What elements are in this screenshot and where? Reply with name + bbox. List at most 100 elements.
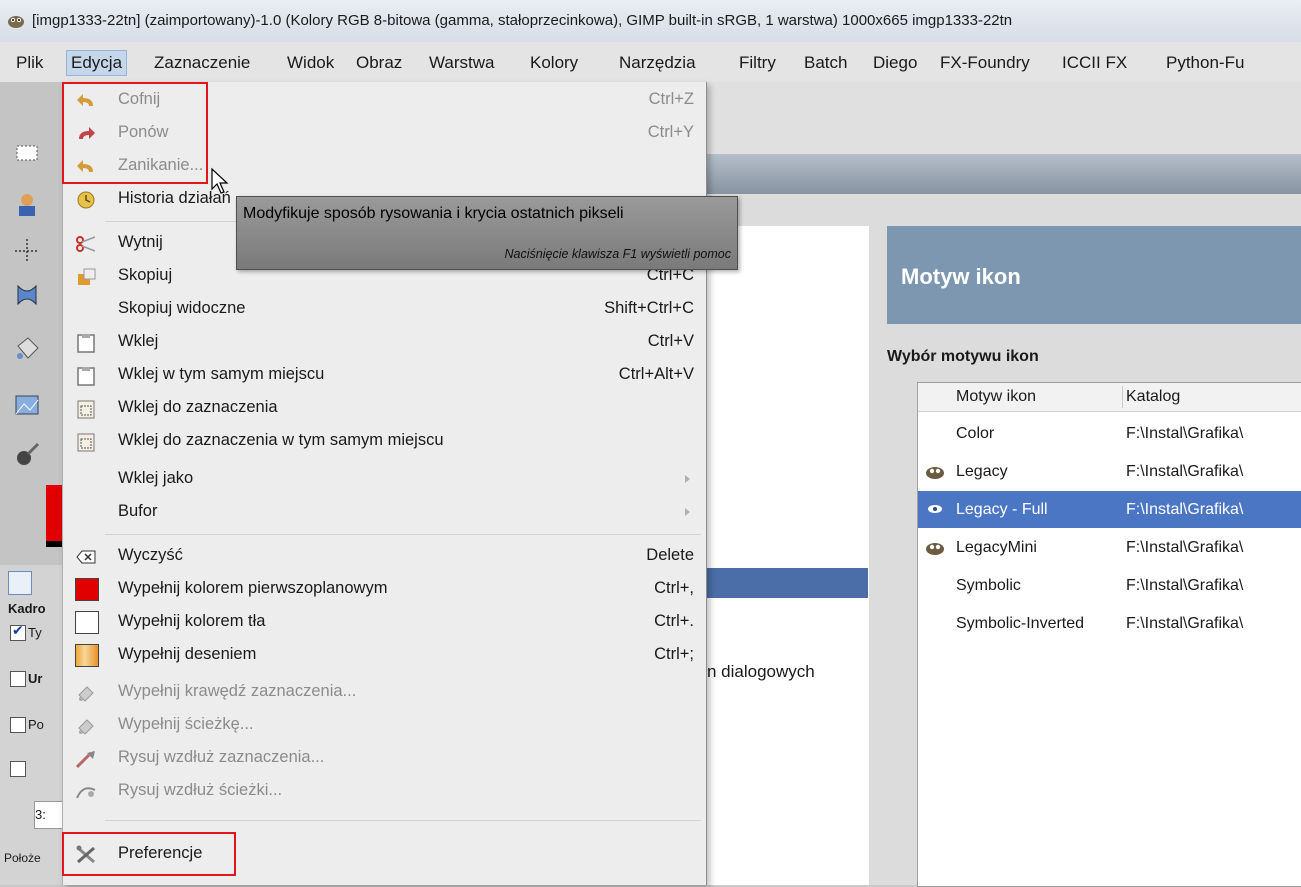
theme-name: Legacy: [956, 463, 1008, 480]
table-row[interactable]: Legacy F:\Instal\Grafika\: [918, 453, 1301, 490]
tool-options-panel: Kadro ✔ Ty Ur Po 3: Położe: [0, 565, 64, 885]
menu-kolory[interactable]: Kolory: [526, 51, 582, 75]
theme-path: F:\Instal\Grafika\: [1126, 615, 1244, 632]
clear-icon: [76, 550, 96, 564]
menu-obraz[interactable]: Obraz: [352, 51, 406, 75]
menu-item-paste-in-place[interactable]: Wklej w tym samym miejscu Ctrl+Alt+V: [63, 359, 706, 392]
rect-select-tool-icon[interactable]: [10, 136, 44, 170]
menu-edycja[interactable]: Edycja: [66, 50, 128, 76]
tooltip: Modyfikuje sposób rysowania i krycia ost…: [236, 196, 738, 270]
brush-tool-icon[interactable]: [10, 438, 44, 472]
gradient-tool-icon[interactable]: [10, 388, 44, 422]
menu-warstwa[interactable]: Warstwa: [425, 51, 499, 75]
table-header: Motyw ikon Katalog: [918, 383, 1301, 412]
menu-python-fu[interactable]: Python-Fu: [1162, 51, 1248, 75]
column-divider: [1122, 386, 1123, 408]
menu-item-stroke-selection[interactable]: Rysuj wzdłuż zaznaczenia...: [63, 742, 706, 775]
menu-item-label: Bufor: [118, 502, 158, 520]
menu-fx-foundry[interactable]: FX-Foundry: [936, 51, 1034, 75]
foreground-color-swatch[interactable]: [46, 485, 62, 541]
warp-tool-icon[interactable]: [10, 278, 44, 312]
pattern-swatch: [75, 644, 99, 667]
bucket-fill-tool-icon[interactable]: [10, 332, 44, 366]
theme-path: F:\Instal\Grafika\: [1126, 425, 1244, 442]
menu-filtry[interactable]: Filtry: [735, 51, 780, 75]
stroke-path-icon: [76, 787, 96, 799]
preferences-category-selected[interactable]: [705, 568, 868, 598]
menu-batch[interactable]: Batch: [800, 51, 851, 75]
fg-color-swatch: [75, 578, 99, 601]
menu-item-fill-selection-outline[interactable]: Wypełnij krawędź zaznaczenia...: [63, 676, 706, 709]
menu-item-fill-path[interactable]: Wypełnij ścieżkę...: [63, 709, 706, 742]
menu-item-copy-visible[interactable]: Skopiuj widoczne Shift+Ctrl+C: [63, 293, 706, 326]
menu-item-fill-fg[interactable]: Wypełnij kolorem pierwszoplanowym Ctrl+,: [63, 573, 706, 606]
checkbox-checked[interactable]: ✔: [10, 622, 26, 641]
preferences-category-fragment: n dialogowych: [707, 662, 815, 681]
menu-item-label: Skopiuj widoczne: [118, 299, 246, 317]
table-row[interactable]: Color F:\Instal\Grafika\: [918, 415, 1301, 452]
menu-item-fill-pattern[interactable]: Wypełnij deseniem Ctrl+;: [63, 639, 706, 672]
column-header-folder[interactable]: Katalog: [1126, 383, 1180, 411]
eye-icon: [928, 505, 942, 513]
menu-item-paste-as[interactable]: Wklej jako: [63, 463, 706, 496]
shortcut-label: Ctrl+Alt+V: [618, 365, 694, 383]
menu-bar: Plik Edycja Zaznaczenie Widok Obraz Wars…: [0, 42, 1301, 82]
theme-name: Symbolic-Inverted: [956, 615, 1085, 632]
checkbox-po[interactable]: [10, 717, 26, 733]
window-title: [imgp1333-22tn] (zaimportowany)-1.0 (Kol…: [32, 12, 1013, 29]
menu-item-fill-bg[interactable]: Wypełnij kolorem tła Ctrl+.: [63, 606, 706, 639]
table-row[interactable]: Symbolic F:\Instal\Grafika\: [918, 567, 1301, 604]
menu-item-paste-into[interactable]: Wklej do zaznaczenia: [63, 392, 706, 425]
table-row-selected[interactable]: Legacy - Full F:\Instal\Grafika\: [918, 491, 1301, 528]
mouse-cursor-icon: [211, 167, 229, 194]
menu-item-label: Rysuj wzdłuż zaznaczenia...: [118, 748, 325, 766]
preferences-page-header: Motyw ikon: [887, 226, 1301, 324]
menu-narzedzia[interactable]: Narzędzia: [615, 51, 700, 75]
theme-path: F:\Instal\Grafika\: [1126, 539, 1244, 556]
aspect-ratio-field[interactable]: 3:: [34, 801, 64, 829]
paste-in-place-icon: [77, 367, 95, 386]
paste-into-in-place-icon: [77, 433, 95, 452]
checkbox-ur[interactable]: [10, 671, 26, 687]
crop-options-label: Kadro: [8, 601, 46, 616]
menu-item-buffer[interactable]: Bufor: [63, 496, 706, 529]
tooltip-hint: Naciśnięcie klawisza F1 wyświetli pomoc: [504, 247, 731, 261]
paste-into-icon: [77, 400, 95, 419]
gimp-app-icon: [8, 16, 24, 28]
menu-iccii-fx[interactable]: ICCII FX: [1058, 51, 1131, 75]
preferences-category-list[interactable]: [705, 226, 869, 885]
table-row[interactable]: Symbolic-Inverted F:\Instal\Grafika\: [918, 605, 1301, 642]
menu-item-label: Wypełnij kolorem pierwszoplanowym: [118, 579, 388, 597]
menu-item-stroke-path[interactable]: Rysuj wzdłuż ścieżki...: [63, 775, 706, 808]
move-tool-icon[interactable]: [10, 234, 44, 268]
copy-icon: [78, 268, 96, 285]
column-header-theme[interactable]: Motyw ikon: [956, 383, 1036, 411]
cut-icon: [76, 236, 96, 252]
menu-item-label: Wyczyść: [118, 546, 183, 564]
menu-item-label: Wytnij: [118, 233, 163, 251]
menu-diego[interactable]: Diego: [869, 51, 921, 75]
checkbox-third[interactable]: [10, 761, 26, 777]
menu-item-label: Wklej w tym samym miejscu: [118, 365, 325, 383]
aspect-ratio-value: 3:: [35, 807, 46, 822]
menu-item-clear[interactable]: Wyczyść Delete: [63, 540, 706, 573]
highlight-preferences: [62, 832, 236, 876]
menu-item-paste-into-in-place[interactable]: Wklej do zaznaczenia w tym samym miejscu: [63, 425, 706, 458]
theme-path: F:\Instal\Grafika\: [1126, 463, 1244, 480]
foreground-select-tool-icon[interactable]: [10, 188, 44, 222]
menu-plik[interactable]: Plik: [12, 51, 47, 75]
title-bar: [imgp1333-22tn] (zaimportowany)-1.0 (Kol…: [0, 0, 1301, 42]
background-color-swatch[interactable]: [46, 541, 62, 547]
menu-zaznaczenie[interactable]: Zaznaczenie: [150, 51, 254, 75]
menu-item-label: Wklej do zaznaczenia w tym samym miejscu: [118, 431, 444, 449]
theme-path: F:\Instal\Grafika\: [1126, 577, 1244, 594]
menu-widok[interactable]: Widok: [283, 51, 338, 75]
menu-item-paste[interactable]: Wklej Ctrl+V: [63, 326, 706, 359]
menu-item-label: Wypełnij kolorem tła: [118, 612, 266, 630]
theme-name: Color: [956, 425, 995, 442]
theme-name: Symbolic: [956, 577, 1021, 594]
shortcut-label: Ctrl+Z: [648, 90, 694, 108]
tool-options-tab-icon[interactable]: [8, 571, 32, 595]
theme-name: Legacy - Full: [956, 501, 1048, 518]
table-row[interactable]: LegacyMini F:\Instal\Grafika\: [918, 529, 1301, 566]
